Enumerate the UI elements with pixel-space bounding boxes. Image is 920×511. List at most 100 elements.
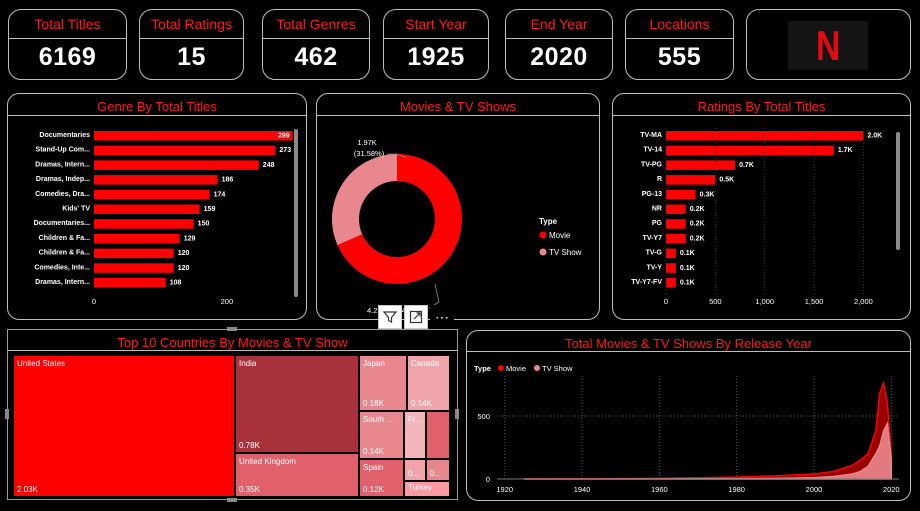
category-label: TV-MA (640, 132, 662, 139)
category-label: TV-PG (641, 161, 663, 168)
netflix-logo-card: N (746, 9, 911, 80)
x-tick-label: 2,000 (854, 297, 873, 306)
x-tick-label: 2000 (806, 485, 823, 494)
legend-marker (539, 231, 547, 239)
x-tick-label: 1980 (728, 485, 745, 494)
release-year-panel: Total Movies & TV Shows By Release Year … (466, 330, 911, 501)
bar (94, 175, 218, 185)
category-label: Stand-Up Com... (36, 147, 90, 154)
resize-handle[interactable] (227, 498, 237, 502)
data-label: 273 (279, 147, 291, 154)
selection-frame (7, 329, 458, 500)
donut-slice-tv-show (332, 154, 397, 246)
bar (666, 248, 676, 259)
category-label: Dramas, Intern... (35, 279, 90, 286)
resize-handle[interactable] (5, 409, 9, 419)
bar (94, 204, 200, 214)
genre-scrollbar[interactable] (294, 129, 298, 297)
legend-marker (539, 248, 547, 256)
kpi-total-ratings[interactable]: Total Ratings 15 (139, 9, 244, 80)
category-label: Documentaries... (34, 220, 90, 227)
kpi-divider (384, 38, 488, 39)
kpi-end-year[interactable]: End Year 2020 (505, 9, 613, 80)
x-tick-label: 1960 (651, 485, 668, 494)
ratings-scrollbar[interactable] (896, 132, 900, 250)
kpi-start-year[interactable]: Start Year 1925 (383, 9, 489, 80)
y-tick-label: 500 (477, 412, 490, 421)
resize-handle[interactable] (455, 409, 459, 419)
kpi-value: 555 (657, 43, 702, 71)
kpi-label: Total Titles (34, 16, 101, 32)
kpi-label: Start Year (405, 16, 467, 32)
bar (666, 204, 686, 214)
category-label: R (657, 176, 662, 183)
bar (94, 263, 174, 273)
kpi-divider (263, 38, 369, 39)
category-label: Children & Fa... (39, 235, 90, 242)
legend-label: Movie (549, 231, 571, 240)
legend-label: Movie (506, 364, 526, 373)
category-label: PG-13 (642, 191, 662, 198)
kpi-locations[interactable]: Locations 555 (625, 9, 734, 80)
data-label: 1.7K (838, 147, 853, 154)
kpi-value: 2020 (530, 43, 588, 71)
bar (666, 278, 676, 288)
bar (94, 160, 259, 170)
release-year-area-chart: Type Movie TV Show 1920 1940 1960 1980 2000 2020… (474, 364, 900, 494)
x-tick-label: 0 (664, 297, 668, 306)
genre-bar-chart: Documentaries 299 Stand-Up Com... 273 Dramas… (34, 131, 293, 306)
data-label: 150 (198, 221, 210, 228)
bar (666, 263, 676, 273)
legend-title: Type (539, 217, 558, 226)
netflix-logo-letter: N (815, 21, 841, 69)
x-tick-label: 2020 (883, 485, 900, 494)
filter-icon[interactable] (378, 305, 402, 329)
data-label: 0.2K (690, 235, 705, 242)
data-label: 0.1K (680, 280, 695, 287)
bar (94, 248, 174, 259)
kpi-value: 462 (294, 43, 338, 71)
more-options-button[interactable]: ⋯ (430, 305, 454, 329)
bar (94, 233, 180, 244)
data-label: 299 (278, 133, 290, 140)
data-label: 0.1K (680, 250, 695, 257)
bar (94, 145, 276, 156)
category-label: TV-Y7-FV (631, 279, 662, 286)
category-label: TV-G (646, 250, 663, 257)
bar (94, 131, 293, 141)
bar (666, 145, 834, 156)
kpi-label: Locations (649, 16, 710, 32)
kpi-total-titles[interactable]: Total Titles 6169 (8, 9, 127, 80)
category-label: TV-Y (646, 264, 662, 271)
category-label: Comedies, Inte... (34, 264, 90, 271)
kpi-total-genres[interactable]: Total Genres 462 (262, 9, 370, 80)
data-label: 0.3K (700, 191, 715, 198)
data-label: 120 (178, 265, 190, 272)
resize-handle[interactable] (227, 327, 237, 331)
category-label: Dramas, Indep... (36, 176, 90, 183)
panel-title: Movies & TV Shows (399, 99, 517, 114)
visual-toolbar: ⋯ (378, 305, 454, 329)
type-panel: Movies & TV Shows 1.97K(31.58%)4.27K (68… (316, 93, 600, 320)
data-label: (31.58%) (354, 149, 385, 158)
category-label: Comedies, Dra... (35, 191, 90, 198)
x-tick-label: 1,500 (805, 297, 824, 306)
focus-mode-icon[interactable] (404, 305, 428, 329)
x-tick-label: 1920 (496, 485, 513, 494)
legend-title: Type (474, 364, 491, 373)
x-tick-label: 1,000 (755, 297, 774, 306)
kpi-divider (506, 38, 612, 39)
bar (94, 189, 210, 200)
x-tick-label: 200 (221, 297, 234, 306)
category-label: Children & Fa... (39, 250, 90, 257)
kpi-divider (9, 38, 126, 39)
data-label: 120 (178, 250, 190, 257)
kpi-divider (140, 38, 243, 39)
panel-title: Total Movies & TV Shows By Release Year (565, 336, 812, 351)
category-label: TV-Y7 (643, 235, 663, 242)
bar (666, 219, 686, 229)
data-label: 248 (263, 162, 275, 169)
data-label: 0.7K (739, 162, 754, 169)
data-label: 186 (222, 177, 234, 184)
data-label: 108 (170, 280, 182, 287)
